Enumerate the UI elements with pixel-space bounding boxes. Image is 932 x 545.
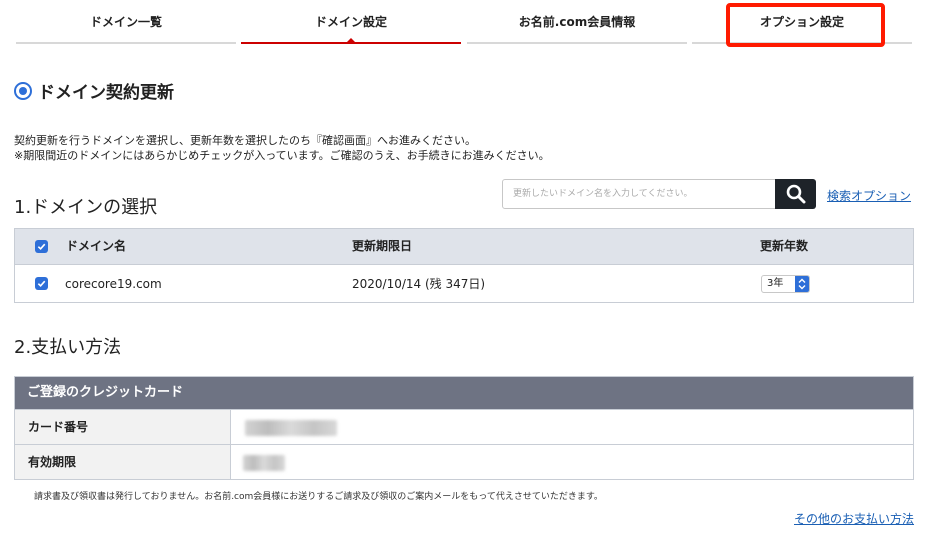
tab-label: お名前.com会員情報 bbox=[518, 15, 636, 29]
domain-table: ドメイン名 更新期限日 更新年数 corecore19.com 2020/10/… bbox=[14, 228, 914, 303]
domain-search-input[interactable]: 更新したいドメイン名を入力してください。 bbox=[502, 179, 776, 209]
section-header: ドメイン契約更新 bbox=[14, 78, 174, 103]
card-number-value bbox=[231, 410, 913, 444]
header-years: 更新年数 bbox=[760, 239, 809, 253]
card-number-label: カード番号 bbox=[15, 410, 231, 444]
description-line-1: 契約更新を行うドメインを選択し、更新年数を選択したのち『確認画面』へお進みくださ… bbox=[14, 134, 476, 147]
select-arrows-icon bbox=[795, 276, 809, 292]
billing-note: 請求書及び領収書は発行しておりません。お名前.com会員様にお送りするご請求及び… bbox=[34, 492, 603, 502]
search-icon bbox=[786, 184, 805, 204]
row-checkbox[interactable] bbox=[35, 277, 48, 290]
payment-table: ご登録のクレジットカード カード番号 有効期限 bbox=[14, 376, 914, 480]
card-number-row: カード番号 bbox=[15, 409, 913, 444]
expiry-value bbox=[231, 445, 913, 479]
payment-header: ご登録のクレジットカード bbox=[15, 377, 913, 409]
expiry-label: 有効期限 bbox=[15, 445, 231, 479]
years-value: 3年 bbox=[767, 278, 784, 289]
step2-title: 2.支払い方法 bbox=[14, 337, 122, 358]
expiry-row: 有効期限 bbox=[15, 444, 913, 479]
table-row: corecore19.com 2020/10/14 (残 347日) 3年 bbox=[15, 264, 913, 302]
select-all-checkbox[interactable] bbox=[35, 240, 48, 253]
checkmark-icon bbox=[37, 280, 46, 288]
search-option-link[interactable]: 検索オプション bbox=[827, 187, 911, 204]
redacted-card-number bbox=[245, 420, 337, 436]
years-select[interactable]: 3年 bbox=[761, 275, 810, 293]
redacted-expiry bbox=[243, 455, 285, 471]
tab-member-info[interactable]: お名前.com会員情報 bbox=[467, 0, 687, 46]
description: 契約更新を行うドメインを選択し、更新年数を選択したのち『確認画面』へお進みくださ… bbox=[14, 133, 550, 163]
step1-title: 1.ドメインの選択 bbox=[14, 197, 158, 218]
checkmark-icon bbox=[37, 243, 46, 251]
description-line-2: ※期限間近のドメインにはあらかじめチェックが入っています。ご確認のうえ、お手続き… bbox=[14, 149, 550, 162]
radio-bullet-icon bbox=[14, 81, 32, 100]
active-tab-caret bbox=[346, 38, 356, 43]
header-domain-name: ドメイン名 bbox=[66, 239, 127, 253]
tab-domain-list[interactable]: ドメイン一覧 bbox=[16, 0, 236, 46]
tab-label: ドメイン設定 bbox=[314, 15, 387, 29]
tab-label: ドメイン一覧 bbox=[89, 15, 162, 29]
expiry-date: 2020/10/14 (残 347日) bbox=[352, 277, 486, 291]
header-expiry: 更新期限日 bbox=[352, 239, 413, 253]
other-payment-link[interactable]: その他のお支払い方法 bbox=[794, 510, 914, 527]
highlight-annotation-box bbox=[726, 3, 885, 47]
tab-underline bbox=[467, 42, 687, 44]
section-title: ドメイン契約更新 bbox=[38, 83, 174, 103]
tab-underline bbox=[16, 42, 236, 44]
tab-domain-settings[interactable]: ドメイン設定 bbox=[241, 0, 461, 46]
domain-name: corecore19.com bbox=[65, 277, 162, 291]
table-header: ドメイン名 更新期限日 更新年数 bbox=[15, 229, 913, 264]
search-button[interactable] bbox=[775, 179, 816, 209]
